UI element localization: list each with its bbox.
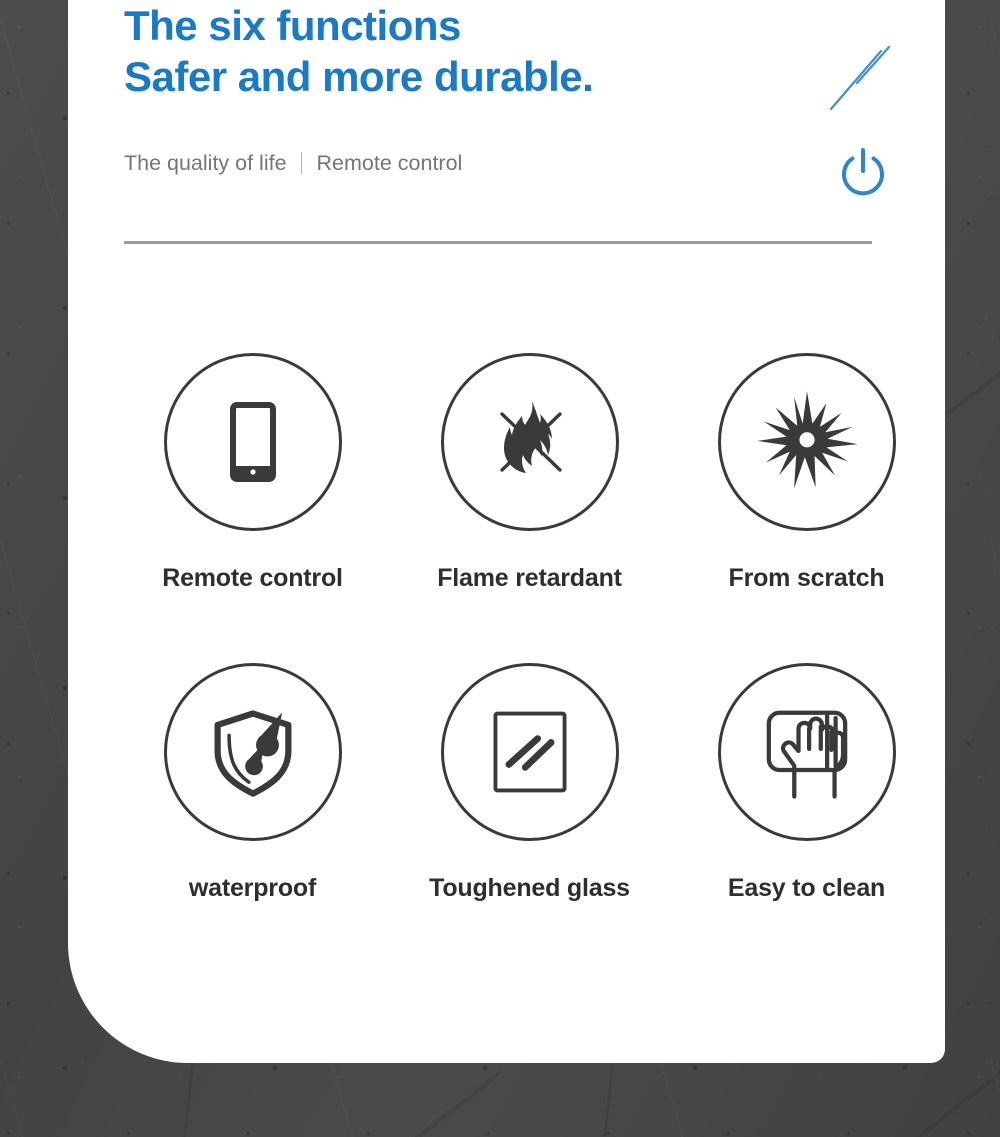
feature-item[interactable]: Flame retardant — [391, 353, 668, 593]
power-button-icon — [833, 142, 893, 202]
no-flame-icon — [480, 392, 580, 492]
feature-item[interactable]: Easy to clean — [668, 663, 945, 903]
feature-label: Flame retardant — [437, 564, 622, 592]
feature-item[interactable]: Remote control — [114, 353, 391, 593]
subtitle-remote-control: Remote control — [316, 151, 463, 175]
hand-wipe-icon — [754, 699, 860, 805]
feature-icon-circle — [440, 663, 619, 841]
feature-card: The six functions Safer and more durable… — [68, 0, 945, 1063]
feature-label: Easy to clean — [727, 874, 886, 902]
card-header: The six functions Safer and more durable… — [124, 0, 945, 175]
glass-panel-icon — [482, 704, 578, 800]
header-divider — [124, 241, 872, 244]
feature-label: Toughened glass — [429, 874, 630, 902]
feature-item[interactable]: Toughened glass — [391, 663, 668, 903]
feature-label: waterproof — [188, 874, 317, 902]
shine-lines-icon — [825, 43, 897, 115]
feature-icon-circle — [163, 353, 342, 531]
smartphone-icon — [203, 392, 303, 492]
feature-label: Remote control — [162, 564, 343, 592]
headline-line-1: The six functions — [124, 2, 461, 49]
feature-icon-circle — [717, 663, 896, 841]
subtitle-separator — [300, 152, 302, 174]
feature-item[interactable]: waterproof — [114, 663, 391, 903]
feature-icon-circle — [440, 353, 619, 531]
feature-grid: Remote control Flame retardant From scra… — [68, 353, 945, 903]
headline-line-2: Safer and more durable. — [124, 53, 594, 100]
feature-icon-circle — [163, 663, 342, 841]
feature-icon-circle — [717, 353, 896, 531]
subtitle-quality-of-life: The quality of life — [124, 151, 287, 175]
shield-droplet-icon — [201, 700, 305, 804]
subtitle-row: The quality of life Remote control — [124, 151, 945, 175]
feature-label: From scratch — [728, 564, 885, 592]
feature-item[interactable]: From scratch — [668, 353, 945, 593]
impact-burst-icon — [753, 388, 861, 496]
